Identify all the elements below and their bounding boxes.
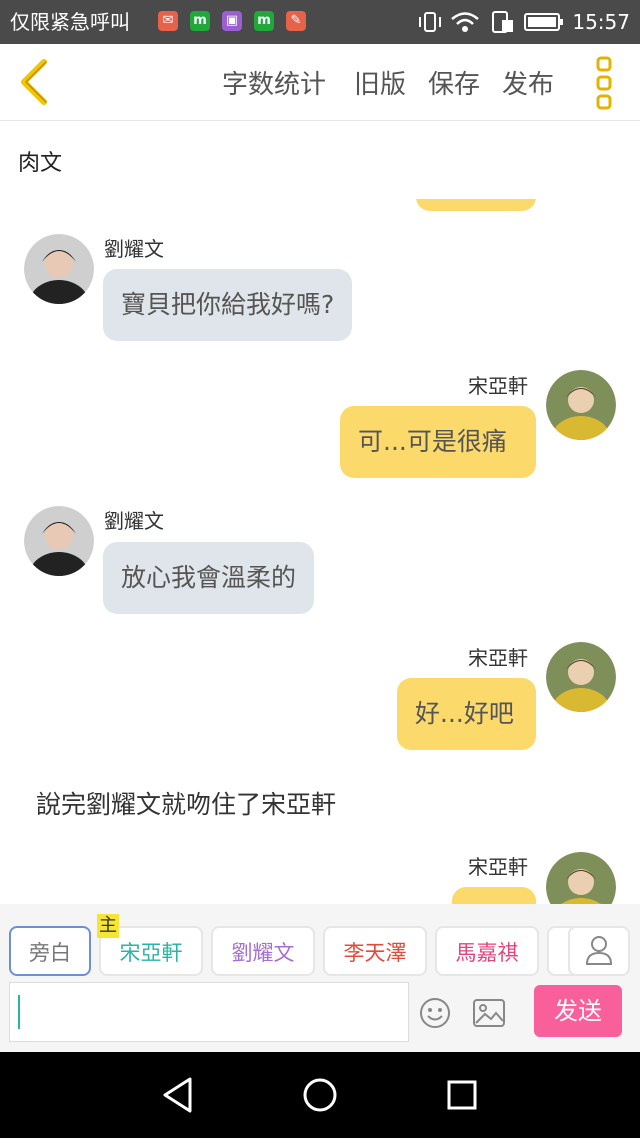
person-icon [585, 936, 613, 965]
role-label: 劉耀文 [231, 941, 295, 965]
save-button[interactable]: 保存 [428, 64, 480, 101]
role-label: 李天澤 [343, 941, 407, 965]
publish-button[interactable]: 发布 [502, 64, 554, 101]
sim-icon [492, 11, 513, 33]
chat-bubble-partial [416, 199, 536, 211]
role-song-yaxuan[interactable]: 主 宋亞軒 [97, 914, 203, 976]
chat-bubble[interactable]: 寶貝把你給我好嗎? [103, 269, 353, 341]
chat-bubble[interactable]: 可...可是很痛 [340, 406, 536, 478]
send-button[interactable]: 发送 [534, 985, 622, 1037]
message-input[interactable] [9, 982, 409, 1042]
role-label: 宋亞軒 [119, 941, 183, 965]
old-version-button[interactable]: 旧版 [354, 64, 406, 101]
speaker-name: 劉耀文 [104, 509, 164, 533]
app-m-icon: m [190, 11, 210, 31]
chat-area[interactable]: 劉耀文 寶貝把你給我好嗎? 宋亞軒 可...可是很痛 劉耀文 放心我會溫柔的 宋… [0, 199, 640, 904]
status-bar: 仅限紧急呼叫 ✉ m ▣ m ✎ 15:57 [0, 0, 640, 44]
app-m-icon: m [254, 11, 274, 31]
role-narrator[interactable]: 旁白 [9, 926, 91, 976]
text-cursor [18, 995, 20, 1029]
avatar [24, 234, 94, 304]
clock: 15:57 [572, 10, 630, 34]
document-title: 肉文 [18, 151, 63, 176]
back-button[interactable] [14, 56, 58, 108]
emoji-icon[interactable] [418, 996, 452, 1030]
word-count-button[interactable]: 字数统计 [222, 64, 326, 101]
more-menu-button[interactable] [590, 56, 618, 110]
gallery-icon: ▣ [222, 11, 242, 31]
navigation-bar [0, 1052, 640, 1138]
speaker-name: 宋亞軒 [468, 855, 528, 879]
speaker-name: 劉耀文 [104, 237, 164, 261]
nav-recents-icon[interactable] [446, 1079, 478, 1111]
avatar [24, 506, 94, 576]
avatar [546, 852, 616, 904]
speaker-name: 宋亞軒 [468, 646, 528, 670]
avatar [546, 642, 616, 712]
manage-roles-button[interactable] [568, 926, 630, 976]
role-label: 馬嘉祺 [455, 941, 519, 965]
nav-back-icon[interactable] [160, 1076, 196, 1114]
narration-text[interactable]: 說完劉耀文就吻住了宋亞軒 [36, 785, 336, 821]
chat-bubble[interactable] [452, 887, 536, 904]
chat-bubble[interactable]: 好...好吧 [397, 678, 536, 750]
speaker-name: 宋亞軒 [468, 374, 528, 398]
avatar [546, 370, 616, 440]
image-icon[interactable] [472, 998, 506, 1028]
emergency-call-text: 仅限紧急呼叫 [10, 10, 130, 34]
nav-home-icon[interactable] [302, 1077, 338, 1113]
mail-icon: ✉ [158, 11, 178, 31]
role-ma-jiaqi[interactable]: 馬嘉祺 [435, 926, 539, 976]
wifi-icon [451, 12, 479, 32]
role-liu-yaowen[interactable]: 劉耀文 [211, 926, 315, 976]
chat-bubble[interactable]: 放心我會溫柔的 [103, 542, 315, 614]
vibrate-icon [419, 12, 441, 32]
role-label: 旁白 [29, 941, 71, 965]
tool-icon: ✎ [286, 11, 306, 31]
editor-header: 字数统计 旧版 保存 发布 [0, 44, 640, 121]
document-title-row[interactable]: 肉文 [0, 121, 640, 200]
main-role-badge: 主 [97, 914, 119, 938]
battery-icon [524, 13, 563, 31]
role-li-tianze[interactable]: 李天澤 [323, 926, 427, 976]
